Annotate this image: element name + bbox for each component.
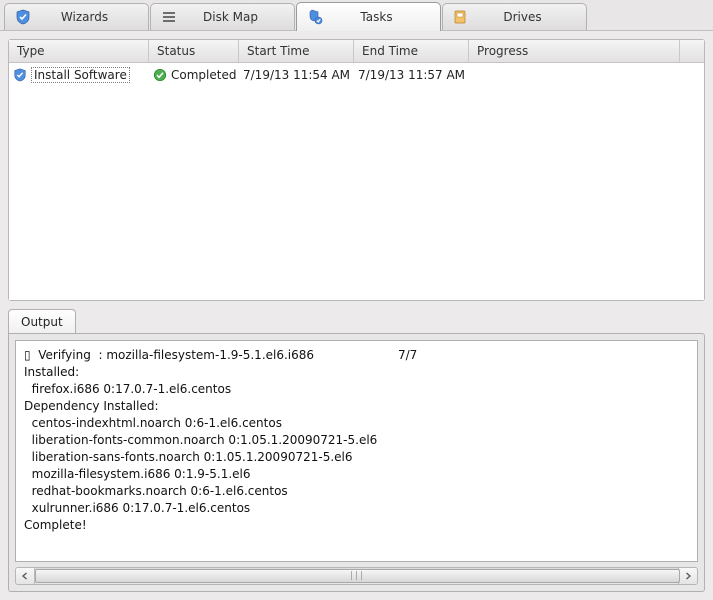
tab-label: Disk Map [185, 10, 276, 24]
col-header-status[interactable]: Status [149, 40, 239, 62]
col-header-progress[interactable]: Progress [469, 40, 680, 62]
output-panel: ▯ Verifying : mozilla-filesystem-1.9-5.1… [8, 333, 705, 592]
grid-header: Type Status Start Time End Time Progress [9, 40, 704, 63]
ok-green-icon [153, 68, 167, 82]
tab-tasks[interactable]: Tasks [296, 2, 441, 31]
col-header-type[interactable]: Type [9, 40, 149, 62]
shield-blue-icon [15, 9, 31, 25]
tab-label: Drives [477, 10, 568, 24]
list-lines-icon [161, 9, 177, 25]
cell-start: 7/19/13 11:54 AM [239, 68, 354, 82]
tab-drives[interactable]: Drives [442, 3, 587, 30]
table-row[interactable]: Install Software Completed 7/19/13 11:54… [9, 65, 704, 85]
scrollbar-track[interactable]: ||| [35, 568, 678, 584]
cell-end: 7/19/13 11:57 AM [354, 68, 469, 82]
col-header-end[interactable]: End Time [354, 40, 469, 62]
main-tabstrip: Wizards Disk Map Tasks [0, 0, 713, 31]
grid-body[interactable]: Install Software Completed 7/19/13 11:54… [9, 63, 704, 300]
horizontal-scrollbar[interactable]: ||| [15, 567, 698, 585]
output-tabrow: Output [8, 309, 705, 333]
cell-status: Completed [149, 68, 239, 82]
task-status-label: Completed [171, 68, 236, 82]
task-type-label: Install Software [31, 67, 130, 83]
tab-disk-map[interactable]: Disk Map [150, 3, 295, 30]
tab-output[interactable]: Output [8, 309, 76, 333]
output-section: Output ▯ Verifying : mozilla-filesystem-… [8, 309, 705, 592]
tab-label: Tasks [331, 10, 422, 24]
scroll-left-arrow-icon[interactable] [16, 568, 35, 584]
tasks-icon [307, 9, 323, 25]
col-header-start[interactable]: Start Time [239, 40, 354, 62]
tab-label: Wizards [39, 10, 130, 24]
tab-wizards[interactable]: Wizards [4, 3, 149, 30]
shield-blue-icon [13, 68, 27, 82]
cell-type: Install Software [9, 67, 149, 83]
scrollbar-thumb[interactable]: ||| [35, 569, 680, 583]
output-textbox[interactable]: ▯ Verifying : mozilla-filesystem-1.9-5.1… [15, 340, 698, 562]
scroll-right-arrow-icon[interactable] [678, 568, 697, 584]
col-header-stub [680, 40, 704, 62]
app-window: Wizards Disk Map Tasks [0, 0, 713, 600]
tasks-grid: Type Status Start Time End Time Progress… [8, 39, 705, 301]
drive-icon [453, 9, 469, 25]
